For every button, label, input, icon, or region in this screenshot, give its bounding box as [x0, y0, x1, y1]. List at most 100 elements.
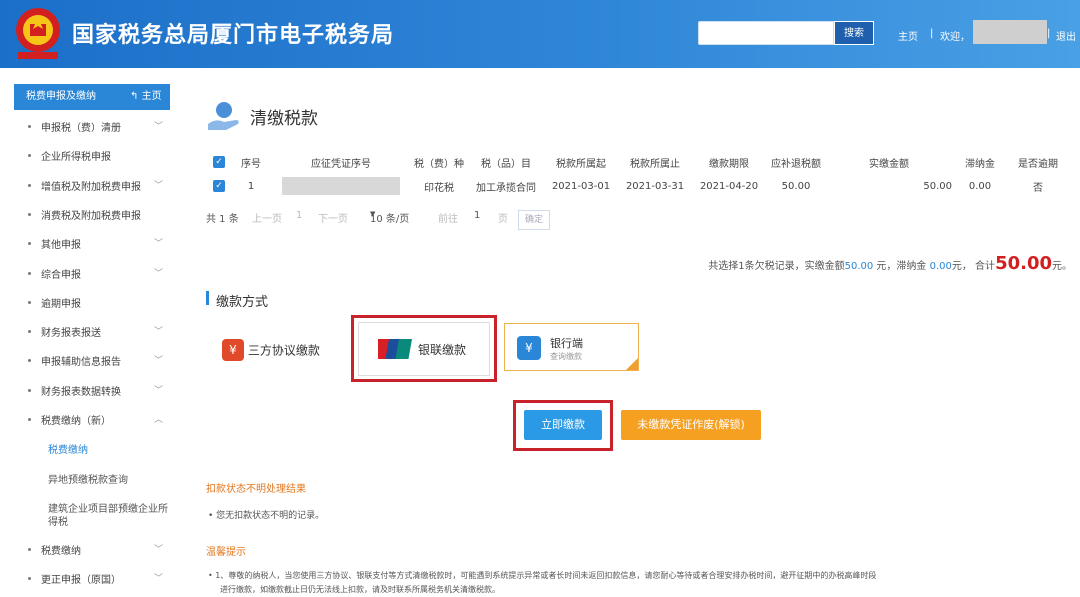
chevron-down-icon: ﹀	[154, 386, 164, 396]
confirm-page-button[interactable]: 确定	[518, 210, 550, 230]
separator: |	[1047, 28, 1051, 39]
cell-voucher-redacted	[272, 174, 410, 198]
summary-paid: 50.00	[844, 261, 874, 272]
chevron-down-icon: ﹀	[154, 181, 164, 191]
chevron-down-icon: ﹀	[154, 574, 164, 584]
search-button[interactable]: 搜索	[834, 21, 874, 45]
bullet-icon	[28, 548, 31, 551]
col-header: 序号	[241, 158, 261, 170]
chevron-down-icon: ﹀	[154, 122, 164, 132]
sidebar-active-section[interactable]: 税费申报及缴纳 ↰ 主页	[14, 84, 170, 110]
bank-option-title: 银行端	[550, 337, 583, 350]
sidebar-subitem-remote-prepay[interactable]: 异地预缴税款查询	[48, 471, 128, 486]
summary-text: 共选择1条欠税记录，实缴金额	[708, 261, 845, 272]
page-number[interactable]: 1	[296, 210, 302, 221]
col-header: 是否逾期	[1018, 158, 1058, 170]
sidebar-item-label: 更正申报（原国）	[41, 575, 121, 586]
pay-option-tripartite[interactable]: ¥ 三方协议缴款	[222, 339, 320, 361]
table-header-row: ✓ 序号 应征凭证序号 税（费）种 税（品）目 税款所属起 税款所属止 缴款期限…	[208, 150, 1068, 174]
chevron-down-icon: ﹀	[154, 269, 164, 279]
page-unit: 页	[498, 214, 508, 225]
logout-link[interactable]: 退出	[1056, 28, 1076, 43]
cell-late-fee: 0.00	[968, 180, 992, 192]
col-header: 税款所属起	[556, 158, 606, 170]
summary-late-fee: 0.00	[929, 261, 952, 272]
bullet-icon	[28, 125, 31, 128]
home-back-button[interactable]: ↰ 主页	[130, 84, 162, 110]
tips-heading: 温馨提示	[206, 547, 246, 558]
bullet-icon	[28, 577, 31, 580]
bullet-icon	[28, 154, 31, 157]
chevron-down-icon: ﹀	[154, 327, 164, 337]
chevron-down-icon: ﹀	[154, 356, 164, 366]
prev-page-button[interactable]: 上一页	[252, 210, 282, 225]
sidebar-item-label: 税费缴纳（新）	[41, 416, 111, 427]
national-emblem-icon	[16, 8, 60, 59]
separator: |	[930, 28, 934, 39]
cell-paid: 50.00	[923, 180, 952, 192]
bullet-icon	[28, 184, 31, 187]
sidebar-item-label: 综合申报	[41, 270, 81, 281]
chevron-down-icon: ﹀	[154, 545, 164, 555]
search-input[interactable]	[698, 21, 834, 45]
sidebar-subitem-construction-cont[interactable]: 得税	[48, 513, 68, 528]
bullet-icon	[28, 213, 31, 216]
sidebar-item-label: 财务报表数据转换	[41, 387, 121, 398]
summary-text: 元。	[1052, 261, 1072, 272]
highlight-frame	[513, 400, 613, 451]
col-header: 应补退税额	[771, 158, 821, 170]
top-header: 国家税务总局厦门市电子税务局 搜索 主页 | 欢迎， | 退出	[0, 0, 1080, 68]
sidebar-subitem-tax-payment[interactable]: 税费缴纳	[48, 441, 88, 456]
selected-corner-icon	[626, 358, 638, 370]
sidebar-item-label: 增值税及附加税费申报	[41, 182, 141, 193]
chevron-up-icon: ︿	[154, 415, 164, 425]
deduction-status-heading: 扣款状态不明处理结果	[206, 484, 306, 495]
col-header: 实缴金额	[869, 158, 909, 170]
sidebar-item-label: 企业所得税申报	[41, 152, 111, 163]
col-header: 应征凭证序号	[311, 158, 371, 170]
payment-method-title: 缴款方式	[216, 295, 269, 310]
bullet-icon	[28, 242, 31, 245]
bank-option-sub: 查询缴款	[550, 352, 582, 361]
col-header: 缴款期限	[709, 158, 749, 170]
bullet-icon	[28, 330, 31, 333]
row-checkbox[interactable]: ✓	[213, 180, 225, 192]
sidebar-item-label: 税费缴纳	[41, 546, 81, 557]
sidebar-item-label: 申报税（费）清册	[41, 123, 121, 134]
payment-summary: 共选择1条欠税记录，实缴金额50.00 元，滞纳金 0.00元， 合计50.00…	[708, 253, 1072, 274]
pay-option-label: 三方协议缴款	[247, 343, 320, 358]
sidebar: 税费申报及缴纳 ↰ 主页 申报税（费）清册 ﹀ 企业所得税申报 增值税及附加税费申…	[0, 68, 180, 597]
tripartite-icon: ¥	[222, 339, 244, 361]
summary-text: 元， 合计	[951, 261, 996, 272]
cell-period-end: 2021-03-31	[625, 180, 685, 192]
sidebar-section-label: 税费申报及缴纳	[26, 91, 96, 102]
table-row[interactable]: ✓ 1 印花税 加工承揽合同 2021-03-01 2021-03-31 202…	[208, 174, 1068, 198]
bullet-icon	[28, 359, 31, 362]
next-page-button[interactable]: 下一页	[318, 210, 348, 225]
section-accent-bar	[206, 291, 209, 305]
select-all-checkbox[interactable]: ✓	[213, 156, 225, 168]
chevron-down-icon: ﹀	[154, 239, 164, 249]
col-header: 滞纳金	[965, 158, 995, 170]
caret-down-icon: ▼	[370, 210, 376, 218]
cell-item: 加工承揽合同	[476, 182, 536, 194]
home-label: 主页	[141, 91, 162, 102]
home-link[interactable]: 主页	[898, 28, 918, 43]
void-voucher-button[interactable]: 未缴款凭证作废(解锁)	[621, 410, 761, 440]
bank-bag-icon: ¥	[517, 336, 541, 360]
per-page-value: 10 条/页	[370, 214, 410, 225]
cell-overdue: 否	[1033, 182, 1043, 194]
tips-text: • 1、尊敬的纳税人，当您使用三方协议、银联支付等方式清缴税款时，可能遇到系统提…	[208, 571, 877, 580]
bullet-icon	[28, 418, 31, 421]
back-arrow-icon: ↰	[130, 91, 139, 102]
page-input[interactable]: 1	[474, 210, 480, 221]
total-count: 共 1 条	[206, 214, 239, 225]
pay-option-bank[interactable]: ¥ 银行端 查询缴款	[504, 323, 639, 371]
bullet-icon	[28, 389, 31, 392]
page-title: 清缴税款	[250, 109, 318, 129]
user-name-redacted	[973, 20, 1047, 44]
cell-tax-type: 印花税	[424, 182, 454, 194]
summary-total: 50.00	[995, 253, 1052, 274]
col-header: 税款所属止	[630, 158, 680, 170]
cell-deadline: 2021-04-20	[699, 180, 759, 192]
